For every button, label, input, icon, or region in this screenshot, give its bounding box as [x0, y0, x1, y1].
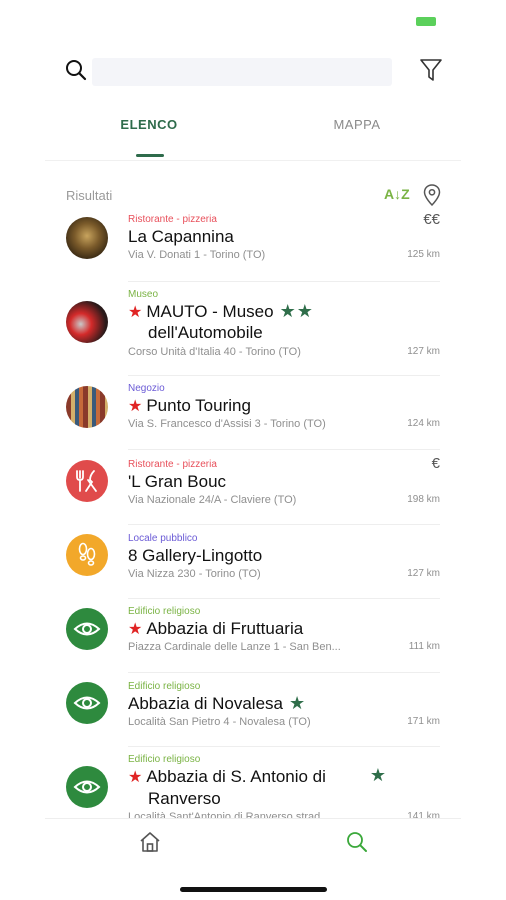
category-label: Edificio religioso [128, 681, 201, 692]
status-bar [0, 0, 506, 44]
red-star-icon: ★ [128, 769, 143, 786]
eye-icon [66, 766, 108, 808]
location-pin-icon[interactable] [422, 184, 442, 206]
green-stars-icon: ★★ [279, 301, 314, 321]
place-photo [66, 217, 108, 259]
place-title: ★ MAUTO - Museo ★★ [128, 301, 314, 321]
list-item[interactable]: Edificio religioso ★ Abbazia di Fruttuari… [0, 599, 506, 673]
place-distance: 127 km [407, 568, 440, 579]
place-distance: 171 km [407, 716, 440, 727]
place-title: 8 Gallery-Lingotto [128, 546, 263, 565]
price-level: €€ [423, 211, 440, 228]
results-header: Risultati A↓Z [66, 183, 442, 209]
place-address: Località San Pietro 4 - Novalesa (TO) [128, 716, 311, 728]
view-tabs: ELENCO MAPPA [45, 108, 461, 160]
results-list: Ristorante - pizzeria €€ La Capannina Vi… [0, 208, 506, 820]
price-level: € [431, 455, 440, 472]
results-label: Risultati [66, 188, 113, 203]
place-address: Via S. Francesco d'Assisi 3 - Torino (TO… [128, 418, 326, 430]
category-label: Museo [128, 289, 159, 300]
place-title: ★ Abbazia di S. Antonio di [128, 767, 326, 786]
sort-alphabetical-button[interactable]: A↓Z [384, 186, 410, 202]
footprints-icon [66, 534, 108, 576]
restaurant-icon [66, 460, 108, 502]
place-title-line2: dell'Automobile [148, 323, 263, 342]
place-photo [66, 301, 108, 343]
list-item[interactable]: Ristorante - pizzeria €€ La Capannina Vi… [0, 208, 506, 282]
place-title: ★ Abbazia di Fruttuaria [128, 619, 304, 638]
place-title: ★ Punto Touring [128, 396, 251, 415]
place-distance: 111 km [408, 641, 440, 652]
list-item[interactable]: Edificio religioso Abbazia di Novalesa ★ … [0, 673, 506, 747]
place-distance: 127 km [407, 346, 440, 357]
category-label: Ristorante - pizzeria [128, 214, 217, 225]
search-icon[interactable] [345, 830, 369, 854]
green-star-icon: ★ [369, 765, 386, 785]
home-indicator [180, 887, 327, 892]
divider [45, 160, 461, 161]
red-star-icon: ★ [128, 304, 143, 321]
eye-icon [66, 608, 108, 650]
place-title: La Capannina [128, 227, 234, 246]
list-item[interactable]: Museo ★ MAUTO - Museo ★★ dell'Automobile C… [0, 282, 506, 376]
list-item[interactable]: Locale pubblico 8 Gallery-Lingotto Via N… [0, 525, 506, 599]
list-item[interactable]: Ristorante - pizzeria € 'L Gran Bouc Via… [0, 450, 506, 525]
place-address: Piazza Cardinale delle Lanze 1 - San Ben… [128, 641, 341, 653]
red-star-icon: ★ [128, 398, 143, 415]
place-distance: 125 km [407, 249, 440, 260]
place-address: Via V. Donati 1 - Torino (TO) [128, 249, 266, 261]
place-address: Via Nazionale 24/A - Claviere (TO) [128, 494, 297, 506]
active-tab-indicator [136, 154, 164, 157]
search-bar [0, 54, 506, 88]
category-label: Ristorante - pizzeria [128, 459, 217, 470]
search-icon[interactable] [64, 58, 88, 82]
search-input[interactable] [92, 58, 392, 86]
place-address: Via Nizza 230 - Torino (TO) [128, 568, 261, 580]
eye-icon [66, 682, 108, 724]
category-label: Edificio religioso [128, 754, 201, 765]
list-item[interactable]: Negozio ★ Punto Touring Via S. Francesco … [0, 376, 506, 450]
place-title: 'L Gran Bouc [128, 472, 227, 491]
filter-icon[interactable] [419, 57, 443, 83]
place-title-line2: Ranverso [148, 789, 221, 808]
place-distance: 124 km [407, 418, 440, 429]
bottom-navigation [0, 818, 506, 900]
tab-elenco[interactable]: ELENCO [89, 117, 209, 132]
home-icon[interactable] [138, 830, 162, 854]
divider [45, 818, 461, 819]
category-label: Negozio [128, 383, 165, 394]
place-title: Abbazia di Novalesa ★ [128, 693, 307, 713]
place-distance: 198 km [407, 494, 440, 505]
category-label: Edificio religioso [128, 606, 201, 617]
tab-mappa[interactable]: MAPPA [297, 117, 417, 132]
place-photo [66, 386, 108, 428]
place-address: Corso Unità d'Italia 40 - Torino (TO) [128, 346, 301, 358]
battery-icon [416, 17, 436, 26]
green-star-icon: ★ [288, 693, 307, 713]
list-item[interactable]: Edificio religioso ★ Abbazia di S. Antoni… [0, 747, 506, 820]
red-star-icon: ★ [128, 621, 143, 638]
category-label: Locale pubblico [128, 533, 198, 544]
